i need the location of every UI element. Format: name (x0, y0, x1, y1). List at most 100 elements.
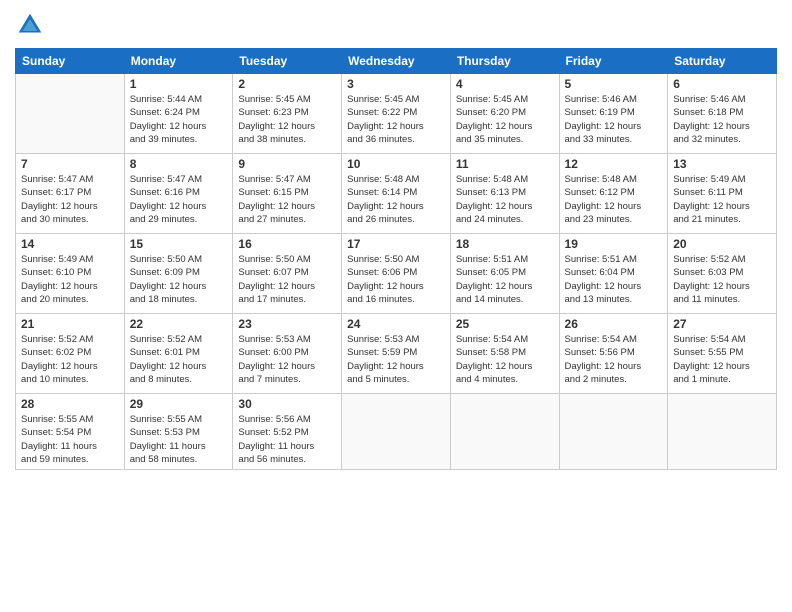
day-info: Sunrise: 5:52 AMSunset: 6:03 PMDaylight:… (673, 253, 771, 306)
calendar-cell: 22Sunrise: 5:52 AMSunset: 6:01 PMDayligh… (124, 314, 233, 394)
day-info: Sunrise: 5:54 AMSunset: 5:55 PMDaylight:… (673, 333, 771, 386)
day-number: 10 (347, 157, 445, 171)
day-info: Sunrise: 5:50 AMSunset: 6:06 PMDaylight:… (347, 253, 445, 306)
week-row-3: 14 Sunrise: 5:49 AMSunset: 6:10 PMDayligh… (16, 234, 777, 314)
calendar-cell: 19 Sunrise: 5:51 AMSunset: 6:04 PMDayligh… (559, 234, 668, 314)
calendar: SundayMondayTuesdayWednesdayThursdayFrid… (15, 48, 777, 470)
calendar-cell: 15Sunrise: 5:50 AMSunset: 6:09 PMDayligh… (124, 234, 233, 314)
day-info: Sunrise: 5:52 AMSunset: 6:01 PMDaylight:… (130, 333, 228, 386)
day-info: Sunrise: 5:55 AMSunset: 5:53 PMDaylight:… (130, 413, 228, 466)
week-row-2: 7 Sunrise: 5:47 AMSunset: 6:17 PMDaylight… (16, 154, 777, 234)
logo-icon (15, 10, 45, 40)
calendar-cell: 14 Sunrise: 5:49 AMSunset: 6:10 PMDayligh… (16, 234, 125, 314)
calendar-cell (668, 394, 777, 470)
day-number: 17 (347, 237, 445, 251)
day-number: 30 (238, 397, 336, 411)
day-info: Sunrise: 5:50 AMSunset: 6:07 PMDaylight:… (238, 253, 336, 306)
day-info: Sunrise: 5:45 AMSunset: 6:22 PMDaylight:… (347, 93, 445, 146)
day-info: Sunrise: 5:56 AMSunset: 5:52 PMDaylight:… (238, 413, 336, 466)
calendar-cell: 13 Sunrise: 5:49 AMSunset: 6:11 PMDayligh… (668, 154, 777, 234)
day-info: Sunrise: 5:51 AMSunset: 6:04 PMDaylight:… (565, 253, 663, 306)
day-number: 1 (130, 77, 228, 91)
calendar-cell: 17 Sunrise: 5:50 AMSunset: 6:06 PMDayligh… (342, 234, 451, 314)
calendar-header-row: SundayMondayTuesdayWednesdayThursdayFrid… (16, 49, 777, 74)
col-header-thursday: Thursday (450, 49, 559, 74)
week-row-4: 21Sunrise: 5:52 AMSunset: 6:02 PMDayligh… (16, 314, 777, 394)
calendar-cell: 28Sunrise: 5:55 AMSunset: 5:54 PMDayligh… (16, 394, 125, 470)
day-info: Sunrise: 5:51 AMSunset: 6:05 PMDaylight:… (456, 253, 554, 306)
calendar-cell: 18 Sunrise: 5:51 AMSunset: 6:05 PMDayligh… (450, 234, 559, 314)
day-info: Sunrise: 5:49 AMSunset: 6:11 PMDaylight:… (673, 173, 771, 226)
day-number: 26 (565, 317, 663, 331)
day-info: Sunrise: 5:47 AMSunset: 6:15 PMDaylight:… (238, 173, 336, 226)
calendar-cell: 11Sunrise: 5:48 AMSunset: 6:13 PMDayligh… (450, 154, 559, 234)
day-info: Sunrise: 5:50 AMSunset: 6:09 PMDaylight:… (130, 253, 228, 306)
day-info: Sunrise: 5:54 AMSunset: 5:58 PMDaylight:… (456, 333, 554, 386)
calendar-cell: 16 Sunrise: 5:50 AMSunset: 6:07 PMDayligh… (233, 234, 342, 314)
calendar-cell: 6Sunrise: 5:46 AMSunset: 6:18 PMDaylight… (668, 74, 777, 154)
day-number: 14 (21, 237, 119, 251)
day-number: 7 (21, 157, 119, 171)
calendar-cell: 30 Sunrise: 5:56 AMSunset: 5:52 PMDayligh… (233, 394, 342, 470)
calendar-cell: 2 Sunrise: 5:45 AMSunset: 6:23 PMDaylight… (233, 74, 342, 154)
day-number: 16 (238, 237, 336, 251)
logo (15, 10, 49, 40)
calendar-cell: 12 Sunrise: 5:48 AMSunset: 6:12 PMDayligh… (559, 154, 668, 234)
day-number: 12 (565, 157, 663, 171)
day-info: Sunrise: 5:46 AMSunset: 6:19 PMDaylight:… (565, 93, 663, 146)
day-info: Sunrise: 5:47 AMSunset: 6:17 PMDaylight:… (21, 173, 119, 226)
day-number: 5 (565, 77, 663, 91)
calendar-cell: 4 Sunrise: 5:45 AMSunset: 6:20 PMDaylight… (450, 74, 559, 154)
day-number: 24 (347, 317, 445, 331)
day-number: 6 (673, 77, 771, 91)
day-info: Sunrise: 5:49 AMSunset: 6:10 PMDaylight:… (21, 253, 119, 306)
day-info: Sunrise: 5:55 AMSunset: 5:54 PMDaylight:… (21, 413, 119, 466)
day-number: 4 (456, 77, 554, 91)
col-header-wednesday: Wednesday (342, 49, 451, 74)
calendar-cell: 29 Sunrise: 5:55 AMSunset: 5:53 PMDayligh… (124, 394, 233, 470)
day-info: Sunrise: 5:45 AMSunset: 6:20 PMDaylight:… (456, 93, 554, 146)
calendar-cell: 27 Sunrise: 5:54 AMSunset: 5:55 PMDayligh… (668, 314, 777, 394)
calendar-cell: 26 Sunrise: 5:54 AMSunset: 5:56 PMDayligh… (559, 314, 668, 394)
day-number: 27 (673, 317, 771, 331)
day-number: 11 (456, 157, 554, 171)
day-number: 2 (238, 77, 336, 91)
week-row-5: 28Sunrise: 5:55 AMSunset: 5:54 PMDayligh… (16, 394, 777, 470)
day-number: 25 (456, 317, 554, 331)
calendar-cell: 7 Sunrise: 5:47 AMSunset: 6:17 PMDaylight… (16, 154, 125, 234)
day-info: Sunrise: 5:53 AMSunset: 5:59 PMDaylight:… (347, 333, 445, 386)
day-number: 19 (565, 237, 663, 251)
col-header-sunday: Sunday (16, 49, 125, 74)
day-number: 20 (673, 237, 771, 251)
col-header-friday: Friday (559, 49, 668, 74)
day-info: Sunrise: 5:45 AMSunset: 6:23 PMDaylight:… (238, 93, 336, 146)
col-header-saturday: Saturday (668, 49, 777, 74)
calendar-cell: 9Sunrise: 5:47 AMSunset: 6:15 PMDaylight… (233, 154, 342, 234)
day-info: Sunrise: 5:53 AMSunset: 6:00 PMDaylight:… (238, 333, 336, 386)
calendar-cell: 8Sunrise: 5:47 AMSunset: 6:16 PMDaylight… (124, 154, 233, 234)
calendar-cell (342, 394, 451, 470)
calendar-cell: 10 Sunrise: 5:48 AMSunset: 6:14 PMDayligh… (342, 154, 451, 234)
calendar-cell: 1Sunrise: 5:44 AMSunset: 6:24 PMDaylight… (124, 74, 233, 154)
week-row-1: 1Sunrise: 5:44 AMSunset: 6:24 PMDaylight… (16, 74, 777, 154)
calendar-cell (16, 74, 125, 154)
calendar-cell: 21Sunrise: 5:52 AMSunset: 6:02 PMDayligh… (16, 314, 125, 394)
day-info: Sunrise: 5:54 AMSunset: 5:56 PMDaylight:… (565, 333, 663, 386)
day-info: Sunrise: 5:48 AMSunset: 6:14 PMDaylight:… (347, 173, 445, 226)
col-header-tuesday: Tuesday (233, 49, 342, 74)
calendar-cell: 3 Sunrise: 5:45 AMSunset: 6:22 PMDaylight… (342, 74, 451, 154)
day-number: 8 (130, 157, 228, 171)
day-number: 18 (456, 237, 554, 251)
col-header-monday: Monday (124, 49, 233, 74)
day-number: 3 (347, 77, 445, 91)
calendar-cell (559, 394, 668, 470)
day-number: 29 (130, 397, 228, 411)
calendar-cell: 23 Sunrise: 5:53 AMSunset: 6:00 PMDayligh… (233, 314, 342, 394)
page-header (15, 10, 777, 40)
day-info: Sunrise: 5:48 AMSunset: 6:12 PMDaylight:… (565, 173, 663, 226)
day-number: 23 (238, 317, 336, 331)
day-number: 13 (673, 157, 771, 171)
day-info: Sunrise: 5:52 AMSunset: 6:02 PMDaylight:… (21, 333, 119, 386)
calendar-cell: 5 Sunrise: 5:46 AMSunset: 6:19 PMDaylight… (559, 74, 668, 154)
calendar-cell: 25 Sunrise: 5:54 AMSunset: 5:58 PMDayligh… (450, 314, 559, 394)
